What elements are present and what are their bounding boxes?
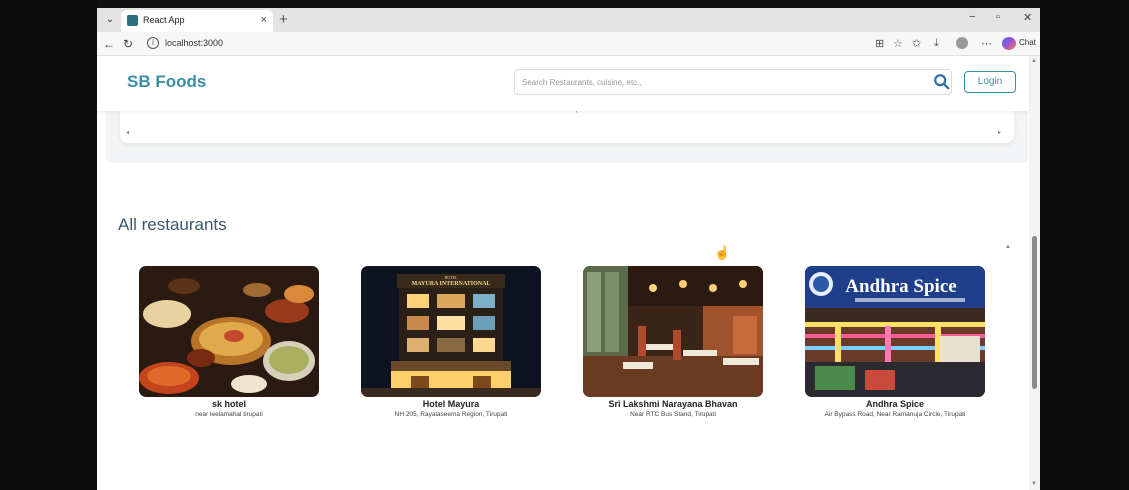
tab-actions-icon[interactable]: ⌄ <box>103 13 117 27</box>
restaurant-card[interactable]: sk hotel near leelamahal tirupati <box>139 266 319 418</box>
hand-cursor-icon: ☝ <box>714 245 731 260</box>
page-viewport: Tirupati ◂ ▸ SB Foods Search Restaurants… <box>97 56 1040 490</box>
page-scrollbar[interactable]: ▲ ▼ <box>1029 56 1040 490</box>
hotel-sign-line2: MAYURA INTERNATIONAL <box>412 281 491 287</box>
section-title: All restaurants <box>118 215 227 234</box>
restaurant-name[interactable]: Hotel Mayura <box>361 399 541 409</box>
search-placeholder: Search Restaurants, cuisine, etc., <box>522 78 642 87</box>
restaurant-address: NH 205, Rayalaseema Region, Tirupati <box>394 411 508 418</box>
restaurant-card[interactable]: Sri Lakshmi Narayana Bhavan Near RTC Bus… <box>583 266 763 418</box>
restaurant-address: near leelamahal tirupati <box>195 411 263 418</box>
restaurant-name[interactable]: Sri Lakshmi Narayana Bhavan <box>583 399 763 409</box>
restaurant-name[interactable]: Andhra Spice <box>805 399 985 409</box>
restaurant-image[interactable] <box>583 266 763 397</box>
restaurant-name[interactable]: sk hotel <box>139 399 319 409</box>
browser-window: ⌄ React App × + − ▫ ✕ ← ↻ i localhost:30… <box>97 8 1040 490</box>
left-dark-border <box>0 0 97 490</box>
restaurant-address: Near RTC Bus Stand, Tirupati <box>630 411 716 418</box>
chat-label[interactable]: Chat <box>1019 38 1036 47</box>
right-dark-border <box>1040 0 1129 490</box>
login-button[interactable]: Login <box>964 71 1016 93</box>
carousel-next-icon[interactable]: ▸ <box>998 129 1001 136</box>
site-header: SB Foods Search Restaurants, cuisine, et… <box>97 56 1029 111</box>
download-icon[interactable]: ⤓ <box>934 37 939 50</box>
favorites-icon[interactable]: ✩ <box>912 37 921 50</box>
url-field[interactable]: i localhost:3000 <box>143 35 903 53</box>
star-icon[interactable]: ☆ <box>893 37 903 50</box>
site-logo[interactable]: SB Foods <box>127 72 206 92</box>
search-input[interactable]: Search Restaurants, cuisine, etc., <box>514 69 952 95</box>
restaurant-image[interactable] <box>139 266 319 397</box>
profile-avatar[interactable] <box>956 37 968 49</box>
more-icon[interactable]: ⋯ <box>981 37 992 50</box>
restaurant-image[interactable]: HOTEL MAYURA INTERNATIONAL <box>361 266 541 397</box>
hotel-sign-line1: HOTEL <box>444 275 458 280</box>
andhra-spice-sign: Andhra Spice <box>845 276 956 297</box>
site-info-icon[interactable]: i <box>147 37 159 49</box>
tab-close-icon[interactable]: × <box>261 14 267 26</box>
scrollbar-thumb[interactable] <box>1032 236 1037 389</box>
copilot-icon[interactable] <box>1002 37 1016 50</box>
restaurant-image[interactable]: Andhra Spice <box>805 266 985 397</box>
restore-button[interactable]: ▫ <box>996 11 1000 23</box>
tab-title: React App <box>143 15 185 25</box>
address-bar: ← ↻ i localhost:3000 ⊞ ☆ ✩ ⤓ ⋯ Chat <box>97 32 1040 56</box>
tab-bar: ⌄ React App × + − ▫ ✕ <box>97 8 1040 32</box>
tab-react-app[interactable]: React App × <box>121 10 273 32</box>
list-scroll-up-icon[interactable]: ▲ <box>1005 244 1011 250</box>
url-text: localhost:3000 <box>165 38 224 48</box>
restaurant-address: Air Bypass Road, Near Ramanuja Circle, T… <box>824 411 966 418</box>
refresh-icon[interactable]: ↻ <box>123 37 133 51</box>
favicon-icon <box>127 15 138 26</box>
scroll-up-icon[interactable]: ▲ <box>1031 58 1037 64</box>
back-icon[interactable]: ← <box>103 37 115 51</box>
scroll-down-icon[interactable]: ▼ <box>1031 481 1037 487</box>
close-window-button[interactable]: ✕ <box>1023 11 1032 24</box>
apps-icon[interactable]: ⊞ <box>875 37 884 50</box>
search-icon[interactable] <box>933 73 951 91</box>
restaurant-card[interactable]: HOTEL MAYURA INTERNATIONAL Hotel Mayura … <box>361 266 541 418</box>
minimize-button[interactable]: − <box>969 11 975 23</box>
restaurant-card[interactable]: Andhra Spice Andhra Spice Air Bypass Roa… <box>805 266 985 418</box>
new-tab-button[interactable]: + <box>279 11 288 28</box>
carousel-prev-icon[interactable]: ◂ <box>126 129 129 136</box>
